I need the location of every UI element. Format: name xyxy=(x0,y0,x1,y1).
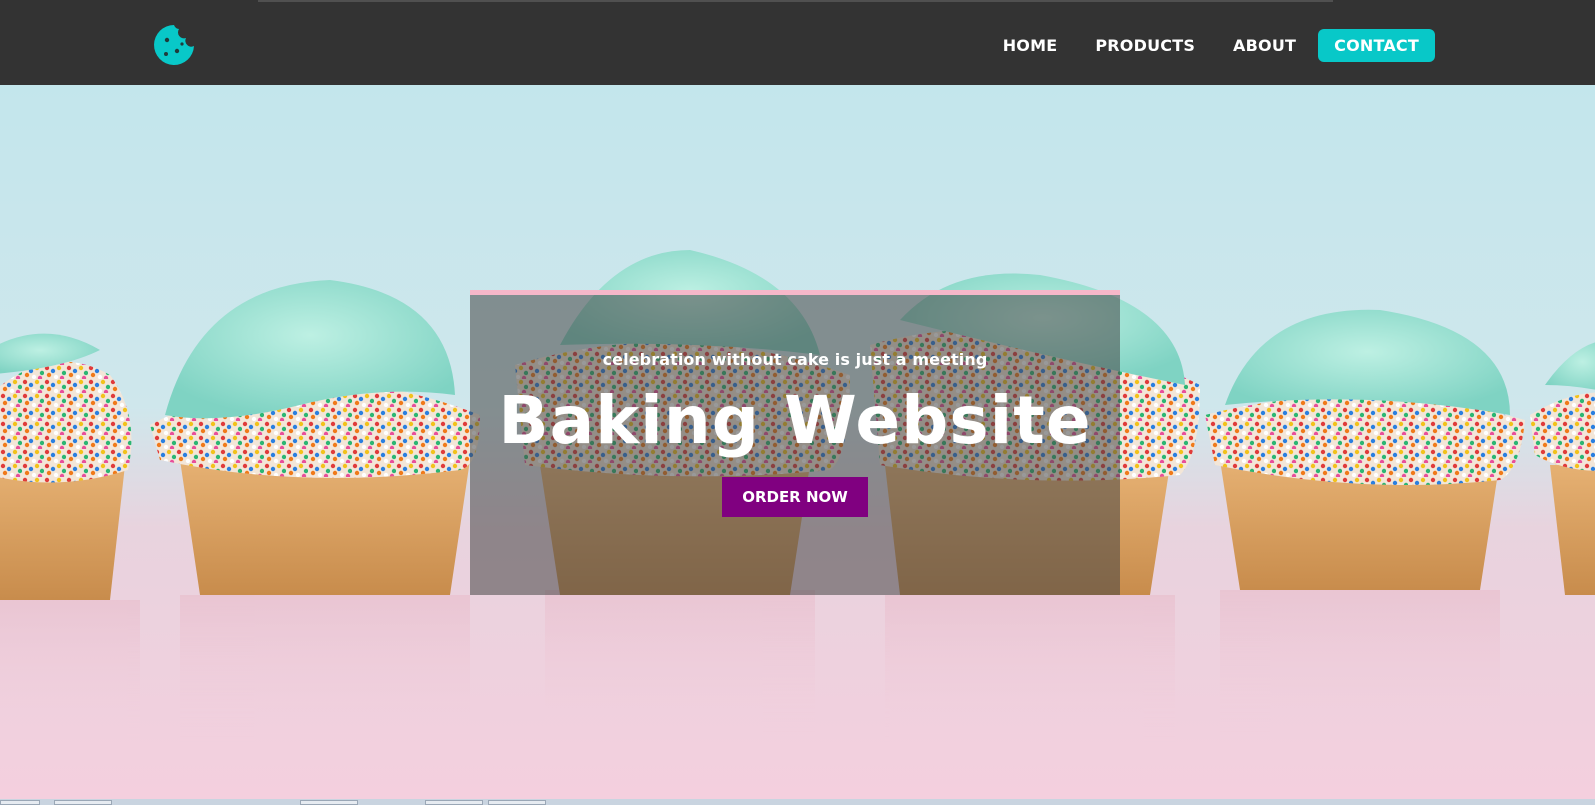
nav-contact-link[interactable]: CONTACT xyxy=(1318,29,1435,62)
nav-products-link[interactable]: PRODUCTS xyxy=(1079,29,1211,62)
order-now-button[interactable]: ORDER NOW xyxy=(722,477,868,517)
taskbar-item[interactable] xyxy=(488,800,546,805)
start-button[interactable] xyxy=(0,800,40,805)
taskbar-item[interactable] xyxy=(300,800,358,805)
hero-title: Baking Website xyxy=(498,382,1092,459)
navbar-top-line xyxy=(258,0,1333,2)
nav-about-link[interactable]: ABOUT xyxy=(1217,29,1312,62)
hero-section: celebration without cake is just a meeti… xyxy=(0,85,1595,800)
os-taskbar xyxy=(0,799,1595,805)
taskbar-item[interactable] xyxy=(425,800,483,805)
hero-overlay-box: celebration without cake is just a meeti… xyxy=(470,290,1120,595)
taskbar-item[interactable] xyxy=(54,800,112,805)
cookie-icon[interactable] xyxy=(153,24,195,66)
page: HOME PRODUCTS ABOUT CONTACT celebration … xyxy=(0,0,1595,805)
nav-home-link[interactable]: HOME xyxy=(987,29,1074,62)
navbar: HOME PRODUCTS ABOUT CONTACT xyxy=(0,0,1595,85)
main-nav: HOME PRODUCTS ABOUT CONTACT xyxy=(987,29,1435,62)
hero-tagline: celebration without cake is just a meeti… xyxy=(602,350,988,369)
